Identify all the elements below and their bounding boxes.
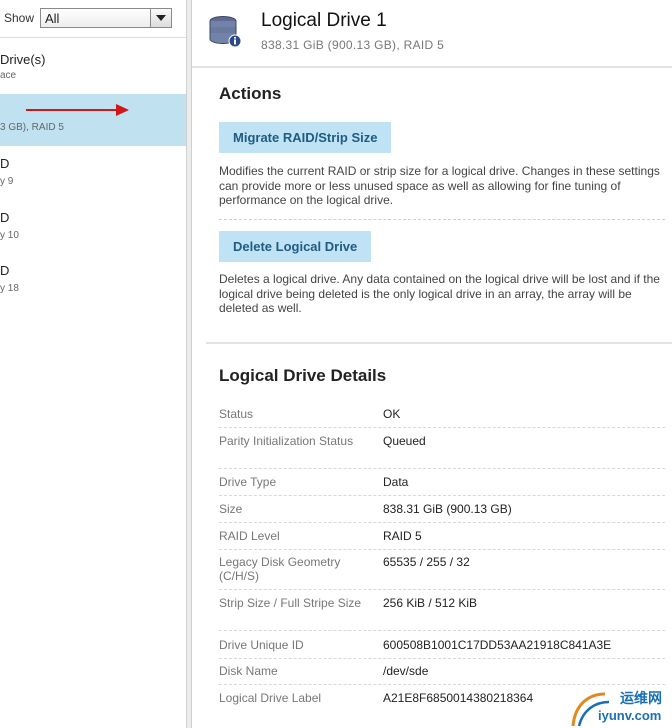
actions-heading: Actions bbox=[219, 84, 282, 103]
nav-item-subtitle: y 10 bbox=[0, 230, 19, 241]
detail-key: Disk Name bbox=[219, 664, 278, 678]
page-subtitle: 838.31 GiB (900.13 GB), RAID 5 bbox=[261, 38, 445, 52]
section-divider bbox=[206, 342, 672, 344]
detail-key: Drive Type bbox=[219, 475, 277, 489]
migrate-raid-button[interactable]: Migrate RAID/Strip Size bbox=[219, 122, 392, 153]
watermark-url: iyunv.com bbox=[598, 708, 662, 723]
detail-header: Logical Drive 1 838.31 GiB (900.13 GB), … bbox=[192, 0, 672, 68]
nav-item-drives[interactable]: Drive(s) ace bbox=[0, 46, 186, 92]
nav-item-subtitle: y 18 bbox=[0, 283, 19, 294]
show-label: Show bbox=[4, 11, 35, 25]
row-divider bbox=[219, 684, 665, 685]
details-heading: Logical Drive Details bbox=[219, 366, 387, 385]
nav-item-title: D bbox=[0, 210, 10, 225]
row-divider bbox=[219, 658, 665, 659]
show-filter-value: All bbox=[45, 11, 60, 26]
nav-item-title: D bbox=[0, 263, 10, 278]
migrate-raid-description: Modifies the current RAID or strip size … bbox=[219, 164, 660, 207]
red-arrow-head-icon bbox=[116, 104, 129, 116]
delete-logical-drive-description: Deletes a logical drive. Any data contai… bbox=[219, 272, 660, 315]
left-panel: Show All Drive(s) ace 3 GB), RAID 5 D y … bbox=[0, 0, 187, 728]
detail-value: 65535 / 255 / 32 bbox=[383, 555, 470, 569]
detail-value: Queued bbox=[383, 434, 426, 448]
nav-item-title: D bbox=[0, 156, 10, 171]
detail-key: Logical Drive Label bbox=[219, 691, 322, 705]
nav-item-subtitle: ace bbox=[0, 70, 17, 81]
row-divider bbox=[219, 522, 665, 523]
detail-key: RAID Level bbox=[219, 529, 280, 543]
detail-value: Data bbox=[383, 475, 409, 489]
red-arrow-icon bbox=[26, 109, 118, 111]
detail-key: Strip Size / Full Stripe Size bbox=[219, 596, 362, 610]
nav-item-subtitle: 3 GB), RAID 5 bbox=[0, 122, 64, 133]
row-divider bbox=[219, 630, 665, 631]
nav-item-drive-bay-10[interactable]: D y 10 bbox=[0, 206, 186, 252]
row-divider bbox=[219, 427, 665, 428]
page-title: Logical Drive 1 bbox=[261, 10, 387, 31]
nav-item-drive-bay-9[interactable]: D y 9 bbox=[0, 152, 186, 198]
detail-key: Drive Unique ID bbox=[219, 638, 304, 652]
divider bbox=[219, 219, 665, 220]
watermark-text: 运维网 bbox=[620, 690, 662, 706]
detail-key: Status bbox=[219, 407, 254, 421]
detail-value: OK bbox=[383, 407, 401, 421]
detail-value: RAID 5 bbox=[383, 529, 422, 543]
row-divider bbox=[219, 495, 665, 496]
chevron-down-icon[interactable] bbox=[150, 9, 171, 27]
detail-value: 256 KiB / 512 KiB bbox=[383, 596, 478, 610]
nav-item-subtitle: y 9 bbox=[0, 176, 14, 187]
nav-item-logical-drive-selected[interactable]: 3 GB), RAID 5 bbox=[0, 94, 186, 146]
detail-panel: Logical Drive 1 838.31 GiB (900.13 GB), … bbox=[192, 0, 672, 728]
row-divider bbox=[219, 589, 665, 590]
nav-item-drive-bay-18[interactable]: D y 18 bbox=[0, 259, 186, 305]
nav-item-title: Drive(s) bbox=[0, 52, 46, 67]
delete-logical-drive-button[interactable]: Delete Logical Drive bbox=[219, 231, 372, 262]
detail-value: 600508B1001C17DD53AA21918C841A3E bbox=[383, 638, 612, 652]
detail-key: Size bbox=[219, 502, 243, 516]
show-filter-select[interactable]: All bbox=[40, 8, 172, 28]
filter-bar: Show All bbox=[0, 0, 186, 38]
detail-value: A21E8F6850014380218364 bbox=[383, 691, 534, 705]
detail-value: /dev/sde bbox=[383, 664, 429, 678]
row-divider bbox=[219, 549, 665, 550]
detail-key: Legacy Disk Geometry (C/H/S) bbox=[219, 555, 341, 583]
detail-value: 838.31 GiB (900.13 GB) bbox=[383, 502, 512, 516]
database-icon bbox=[209, 16, 242, 48]
detail-key: Parity Initialization Status bbox=[219, 434, 354, 448]
row-divider bbox=[219, 468, 665, 469]
